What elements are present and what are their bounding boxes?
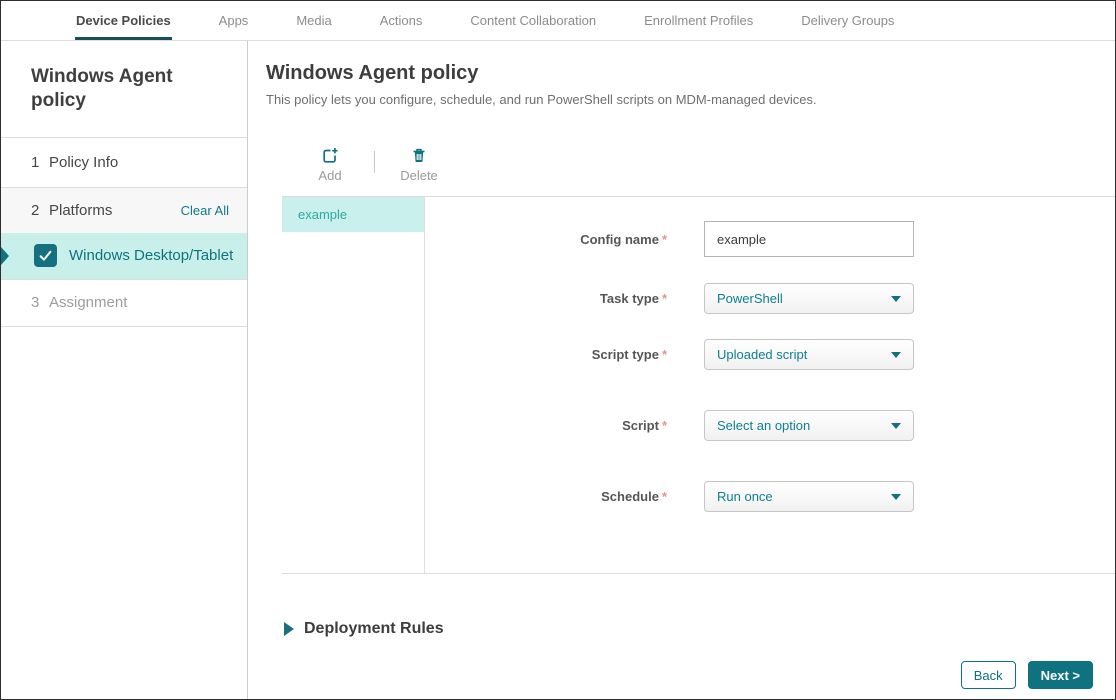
next-button[interactable]: Next >	[1027, 661, 1093, 689]
schedule-field: Run once	[704, 481, 914, 512]
task-type-field: PowerShell	[704, 283, 914, 314]
step-number: 1	[31, 153, 40, 171]
config-list: example	[282, 197, 425, 573]
required-marker: *	[661, 418, 667, 433]
step-label: Assignment	[49, 294, 128, 311]
tab-delivery-groups[interactable]: Delivery Groups	[801, 1, 894, 40]
config-name-label: Config name *	[425, 232, 667, 247]
selected-value: PowerShell	[717, 291, 783, 306]
sidebar-step-assignment[interactable]: 3 Assignment	[1, 278, 247, 327]
deployment-rules-toggle[interactable]: Deployment Rules	[284, 620, 1115, 638]
wizard-footer: Back Next >	[960, 661, 1093, 689]
selected-value: Uploaded script	[717, 347, 808, 362]
schedule-label: Schedule *	[425, 489, 667, 504]
tab-actions[interactable]: Actions	[380, 1, 423, 40]
field-label-text: Task type	[599, 291, 659, 306]
add-label: Add	[318, 168, 342, 183]
expand-triangle-icon	[284, 622, 294, 636]
chevron-down-icon	[891, 351, 901, 358]
script-label: Script *	[425, 418, 667, 433]
step-number: 2	[31, 201, 40, 219]
field-label-text: Script type	[591, 347, 659, 362]
form-row-script-type: Script type * Uploaded script	[425, 339, 1115, 370]
toolbar-divider	[374, 151, 375, 173]
add-button[interactable]: Add	[308, 147, 352, 183]
delete-button[interactable]: Delete	[397, 147, 441, 183]
selected-value: Run once	[717, 489, 773, 504]
script-type-label: Script type *	[425, 347, 667, 362]
chevron-down-icon	[891, 422, 901, 429]
chevron-down-icon	[891, 493, 901, 500]
tab-device-policies[interactable]: Device Policies	[75, 1, 172, 40]
top-navigation: Device Policies Apps Media Actions Conte…	[1, 1, 1115, 41]
field-label-text: Script	[622, 418, 659, 433]
chevron-down-icon	[891, 295, 901, 302]
required-marker: *	[661, 231, 667, 247]
main-content: Windows Agent policy This policy lets yo…	[248, 41, 1115, 699]
config-toolbar: Add Delete	[308, 147, 1115, 183]
required-marker: *	[661, 291, 667, 306]
required-marker: *	[661, 489, 667, 504]
step-label: Policy Info	[49, 153, 119, 171]
form-row-script: Script * Select an option	[425, 410, 1115, 441]
back-button[interactable]: Back	[960, 661, 1016, 689]
task-type-label: Task type *	[425, 291, 667, 306]
tab-media[interactable]: Media	[296, 1, 331, 40]
config-panel: example Config name* Task type*	[282, 196, 1115, 574]
sidebar-step-platforms[interactable]: 2 Platforms Clear All	[1, 186, 247, 233]
config-form: Config name* Task type* PowerShell	[425, 197, 1115, 573]
tab-apps[interactable]: Apps	[219, 1, 249, 40]
delete-icon	[413, 148, 425, 162]
delete-label: Delete	[400, 168, 438, 183]
schedule-select[interactable]: Run once	[704, 481, 914, 512]
platform-label: Windows Desktop/Tablet	[69, 247, 234, 264]
add-icon	[323, 148, 338, 163]
tab-enrollment-profiles[interactable]: Enrollment Profiles	[644, 1, 753, 40]
step-label: Platforms	[49, 201, 113, 219]
sidebar-platform-windows-desktop-tablet[interactable]: Windows Desktop/Tablet	[1, 232, 247, 279]
page-title: Windows Agent policy	[266, 62, 479, 84]
app-window: Device Policies Apps Media Actions Conte…	[0, 0, 1116, 700]
platform-checkbox[interactable]	[34, 244, 57, 267]
selected-value: Select an option	[717, 418, 811, 433]
form-row-config-name: Config name *	[425, 221, 1115, 257]
clear-all-link[interactable]: Clear All	[181, 203, 229, 218]
form-row-schedule: Schedule * Run once	[425, 481, 1115, 512]
checkmark-icon	[39, 250, 52, 261]
script-select[interactable]: Select an option	[704, 410, 914, 441]
script-type-select[interactable]: Uploaded script	[704, 339, 914, 370]
config-name-input[interactable]	[704, 221, 914, 257]
field-label-text: Config name	[580, 231, 659, 247]
list-item-example[interactable]: example	[282, 197, 424, 232]
field-label-text: Schedule	[601, 489, 659, 504]
tab-content-collaboration[interactable]: Content Collaboration	[470, 1, 596, 40]
sidebar-policy-title: Windows Agent policy	[31, 66, 173, 111]
script-field: Select an option	[704, 410, 914, 441]
page-description: This policy lets you configure, schedule…	[266, 92, 817, 107]
selected-arrow-icon	[1, 246, 9, 265]
required-marker: *	[661, 347, 667, 362]
script-type-field: Uploaded script	[704, 339, 914, 370]
task-type-select[interactable]: PowerShell	[704, 283, 914, 314]
form-row-task-type: Task type * PowerShell	[425, 283, 1115, 314]
wizard-sidebar: Windows Agent policy 1 Policy Info 2 Pla…	[1, 41, 248, 699]
step-number: 3	[31, 294, 40, 311]
deployment-rules-label: Deployment Rules	[304, 620, 444, 637]
sidebar-step-policy-info[interactable]: 1 Policy Info	[1, 136, 247, 187]
config-name-field	[704, 221, 914, 257]
